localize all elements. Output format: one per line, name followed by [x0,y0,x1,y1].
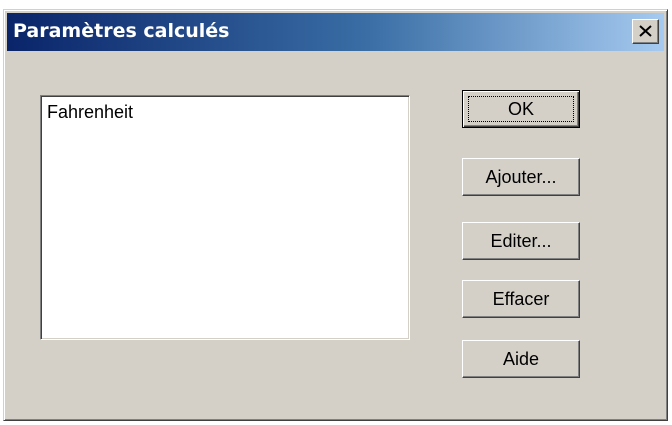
help-button-label: Aide [502,349,540,369]
edit-button[interactable]: Editer... [462,222,580,260]
delete-button-label: Effacer [492,289,550,309]
ok-button[interactable]: OK [462,90,580,128]
close-icon [639,25,652,37]
calculated-parameters-dialog: Paramètres calculés Fahrenheit OK Ajoute… [3,9,668,421]
add-button[interactable]: Ajouter... [462,158,580,196]
delete-button[interactable]: Effacer [462,280,580,318]
add-button-label: Ajouter... [485,167,557,187]
title-bar[interactable]: Paramètres calculés [7,13,664,51]
parameters-listbox[interactable]: Fahrenheit [40,95,410,340]
list-item[interactable]: Fahrenheit [47,101,403,123]
edit-button-label: Editer... [490,231,552,251]
close-button[interactable] [632,19,659,44]
help-button[interactable]: Aide [462,340,580,378]
ok-button-label: OK [507,99,534,119]
window-title: Paramètres calculés [13,20,230,42]
